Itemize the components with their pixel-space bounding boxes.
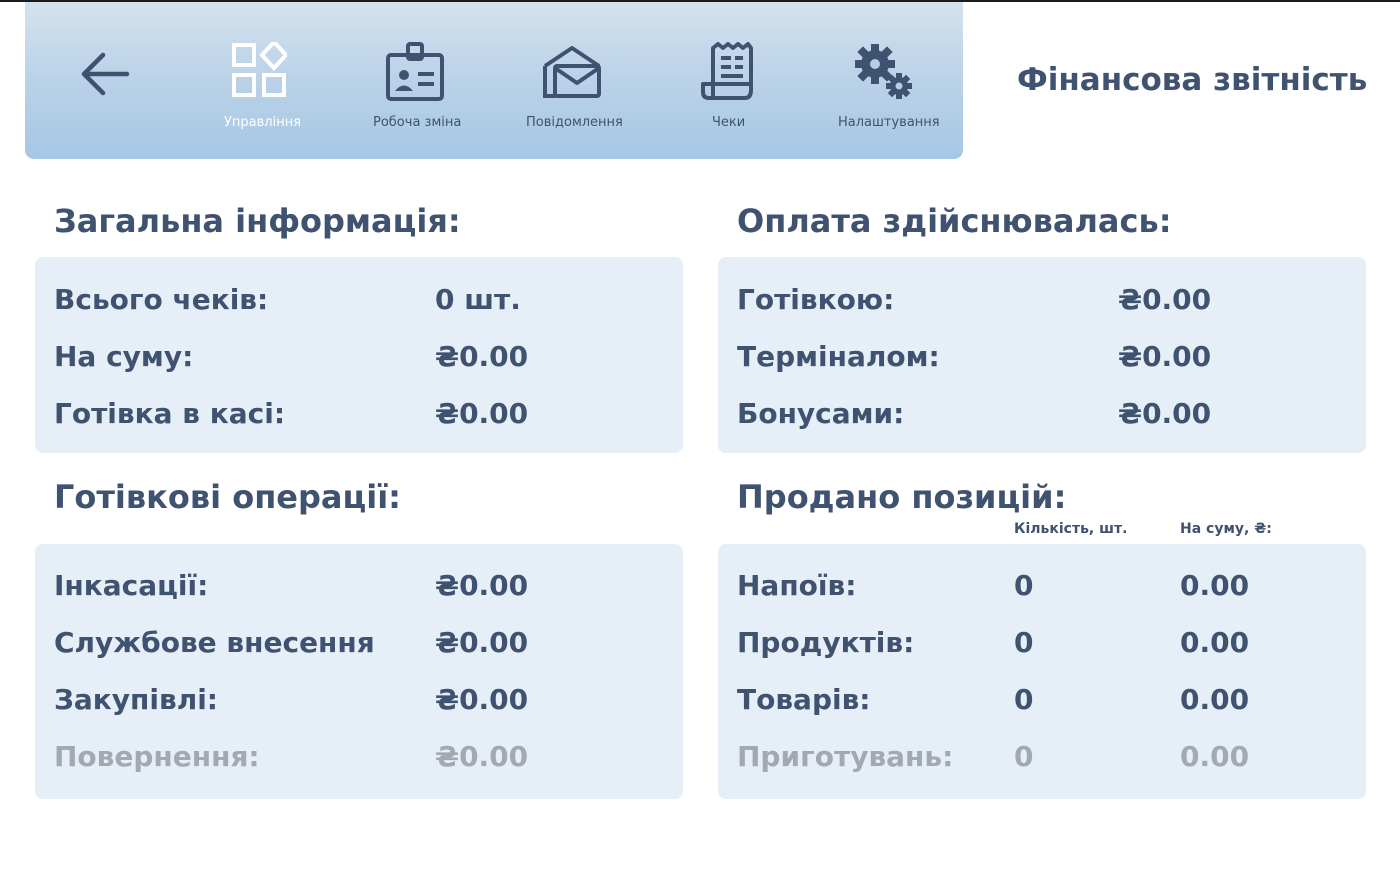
badge-id-icon [386,42,444,101]
payment-panel: Готівкою: ₴0.00 Терміналом: ₴0.00 Бонуса… [718,257,1366,453]
purchases-label: Закупівлі: [54,683,219,716]
grid-squares-icon [232,42,287,97]
products-qty: 0 [1014,626,1034,659]
toolbar-item-management[interactable]: Управління [209,2,309,159]
cash-in-register-value: ₴0.00 [435,397,529,430]
page-title: Фінансова звітність [1017,62,1368,98]
gears-icon [855,44,912,99]
sold-positions-title: Продано позицій: [737,478,1067,516]
cash-operations-panel: Інкасації: ₴0.00 Службове внесення ₴0.00… [35,544,683,799]
toolbar-item-settings[interactable]: Налаштування [833,2,940,159]
envelope-open-icon [543,46,601,98]
terminal-payment-label: Терміналом: [737,340,940,373]
purchases-value: ₴0.00 [435,683,529,716]
toolbar: Управління Робоча зміна Повідомлення Чек… [25,2,963,159]
arrow-left-icon [81,52,130,96]
collections-label: Інкасації: [54,569,209,602]
toolbar-item-label: Робоча зміна [373,115,462,130]
general-info-title: Загальна інформація: [54,202,461,240]
toolbar-item-work-shift[interactable]: Робоча зміна [365,2,465,159]
drinks-sum: 0.00 [1180,569,1250,602]
total-sum-label: На суму: [54,340,194,373]
sum-column-header: На суму, ₴: [1180,521,1272,537]
goods-qty: 0 [1014,683,1034,716]
sold-positions-panel: Напоїв: 0 0.00 Продуктів: 0 0.00 Товарів… [718,544,1366,799]
returns-value: ₴0.00 [435,740,529,773]
total-receipts-label: Всього чеків: [54,283,269,316]
preparations-label: Приготувань: [737,740,954,773]
cash-payment-value: ₴0.00 [1118,283,1212,316]
preparations-qty: 0 [1014,740,1034,773]
service-deposit-value: ₴0.00 [435,626,529,659]
cash-payment-label: Готівкою: [737,283,895,316]
toolbar-item-label: Повідомлення [526,115,623,130]
terminal-payment-value: ₴0.00 [1118,340,1212,373]
total-receipts-value: 0 шт. [435,283,521,316]
payment-title: Оплата здійснювалась: [737,202,1172,240]
goods-label: Товарів: [737,683,871,716]
products-sum: 0.00 [1180,626,1250,659]
bonus-payment-value: ₴0.00 [1118,397,1212,430]
products-label: Продуктів: [737,626,915,659]
goods-sum: 0.00 [1180,683,1250,716]
cash-operations-title: Готівкові операції: [54,478,401,516]
cash-in-register-label: Готівка в касі: [54,397,286,430]
returns-label: Повернення: [54,740,260,773]
general-info-panel: Всього чеків: 0 шт. На суму: ₴0.00 Готів… [35,257,683,453]
back-button[interactable] [77,46,133,102]
toolbar-item-label: Чеки [712,115,746,130]
toolbar-item-receipts[interactable]: Чеки [677,2,777,159]
preparations-sum: 0.00 [1180,740,1250,773]
collections-value: ₴0.00 [435,569,529,602]
toolbar-item-messages[interactable]: Повідомлення [521,2,623,159]
total-sum-value: ₴0.00 [435,340,529,373]
drinks-qty: 0 [1014,569,1034,602]
drinks-label: Напоїв: [737,569,857,602]
service-deposit-label: Службове внесення [54,626,375,659]
toolbar-item-label: Налаштування [838,115,940,130]
quantity-column-header: Кількість, шт. [1014,521,1128,537]
bonus-payment-label: Бонусами: [737,397,905,430]
toolbar-item-label: Управління [224,115,302,130]
receipt-icon [701,42,753,100]
